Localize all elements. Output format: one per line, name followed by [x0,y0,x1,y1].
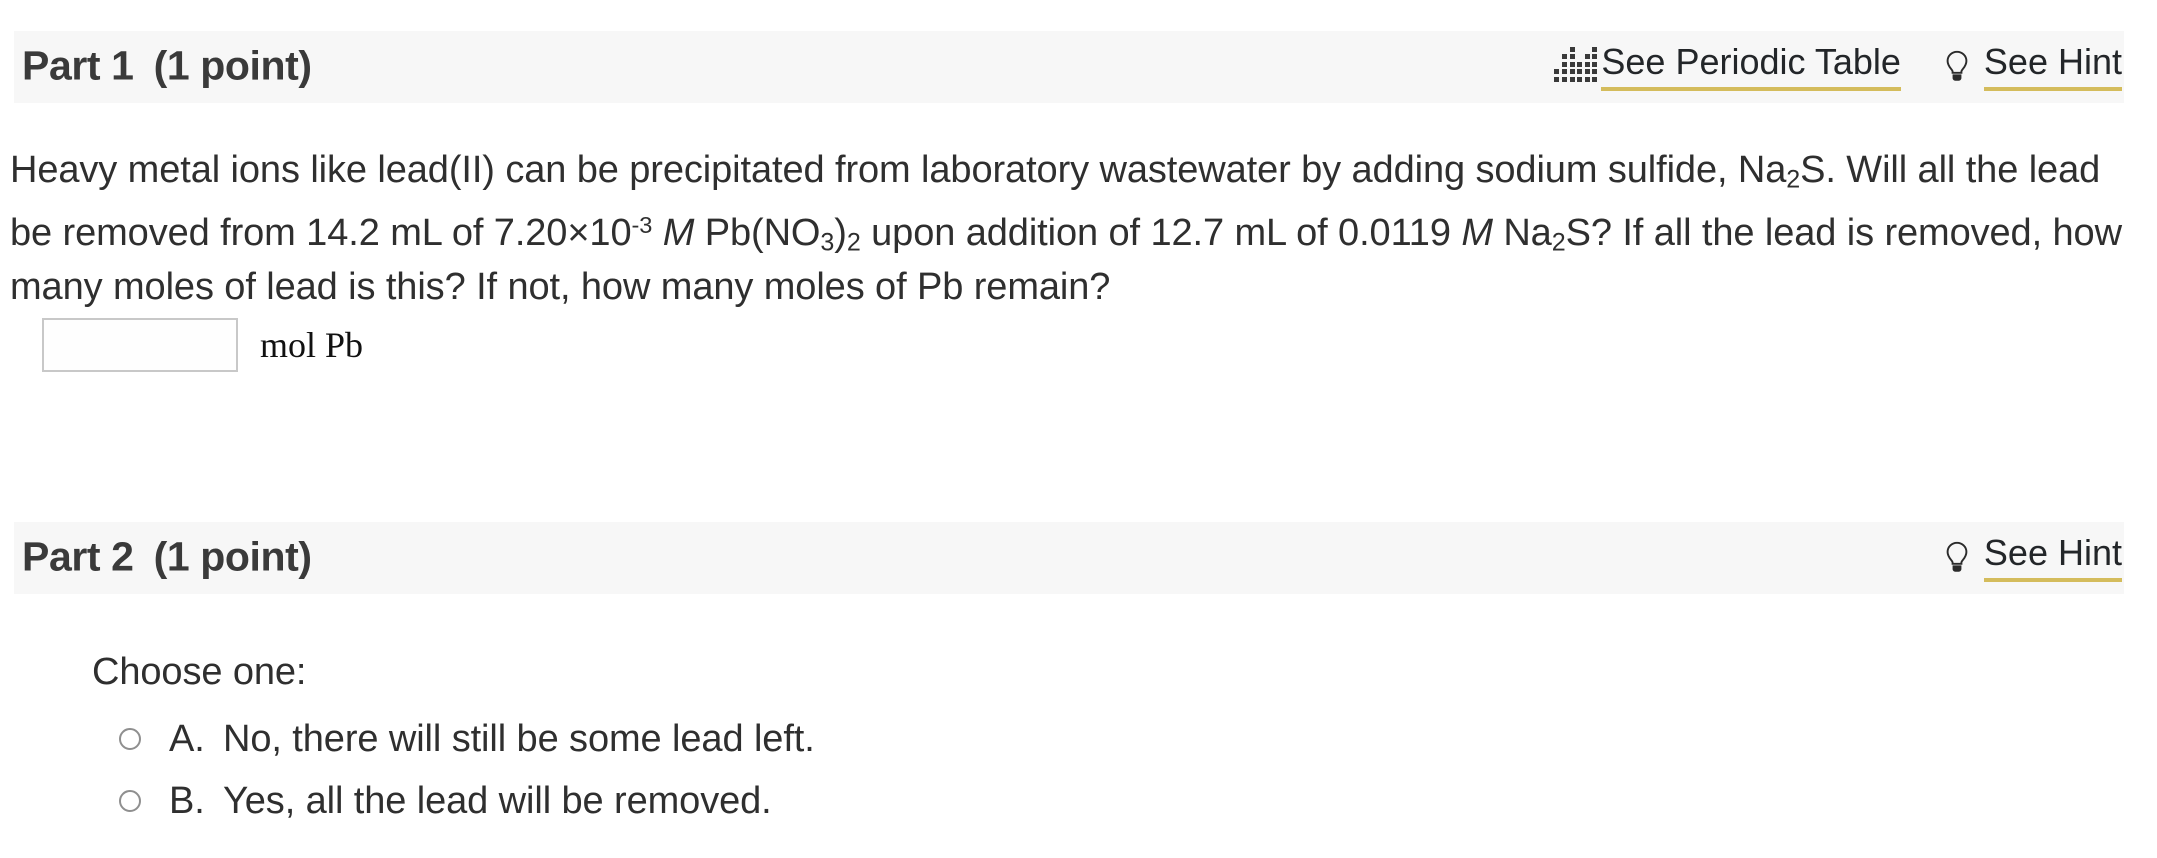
question-seg-10: upon addition of 12.7 mL of 0.0119 [860,211,1462,254]
question-seg-8: ) [834,211,847,254]
radio-button-b[interactable] [119,790,141,812]
lightbulb-icon [1943,541,1971,575]
question-seg-0: Heavy metal ions like lead(II) can be pr… [10,149,1787,191]
mol-pb-answer-input[interactable] [42,318,238,372]
question-seg-5: M [662,211,695,254]
part-2-header: Part 2 (1 point) See Hint [14,522,2124,594]
choice-row-b[interactable]: B. Yes, all the lead will be removed. [92,770,1492,832]
part-2-title: Part 2 (1 point) [22,534,312,581]
part-1-header-links: See Periodic Table See Hint [1554,31,2124,103]
choice-letter-b: B. [169,779,205,822]
question-seg-3: -3 [631,211,653,238]
assignment-page: Part 1 (1 point) See Periodic Table See H… [0,0,2157,858]
choice-letter-a: A. [169,717,205,760]
see-hint-link-part-1[interactable]: See Hint [1943,42,2122,92]
part-2-points-label: (1 point) [153,533,312,580]
see-periodic-table-link[interactable]: See Periodic Table [1554,42,1901,92]
question-seg-1: 2 [1786,165,1801,194]
part-2-title-label: Part 2 [22,533,134,580]
part-2-header-links: See Hint [1943,522,2124,594]
see-hint-link-part-2[interactable]: See Hint [1943,533,2122,583]
radio-button-a[interactable] [119,728,141,750]
periodic-table-icon [1554,46,1598,82]
see-hint-label-part-1: See Hint [1983,42,2122,92]
part-1-question-text: Heavy metal ions like lead(II) can be pr… [10,148,2125,310]
see-hint-label-part-2: See Hint [1983,533,2122,583]
question-seg-11: M [1461,211,1493,254]
question-seg-4 [652,211,662,253]
question-seg-9: 2 [846,227,861,256]
choice-text-b: Yes, all the lead will be removed. [223,779,772,822]
question-seg-13: 2 [1551,227,1566,256]
question-seg-6: Pb(NO [694,211,821,254]
part-1-header: Part 1 (1 point) See Periodic Table See H… [14,31,2124,103]
lightbulb-icon [1943,50,1971,84]
part-1-points-label: (1 point) [153,42,312,89]
see-periodic-table-label: See Periodic Table [1601,42,1901,92]
part-1-title-label: Part 1 [22,42,134,89]
choice-row-a[interactable]: A. No, there will still be some lead lef… [92,708,1492,770]
choice-text-a: No, there will still be some lead left. [223,717,815,760]
part-1-title: Part 1 (1 point) [22,43,312,90]
choice-list: A. No, there will still be some lead lef… [92,708,1492,832]
mol-pb-unit-label: mol Pb [260,325,364,365]
part-2-choice-block: Choose one: A. No, there will still be s… [92,650,1492,832]
choose-one-label: Choose one: [92,651,307,693]
question-seg-12: Na [1492,211,1552,254]
part-1-answer-row: mol Pb [42,318,363,372]
question-seg-7: 3 [820,227,835,256]
